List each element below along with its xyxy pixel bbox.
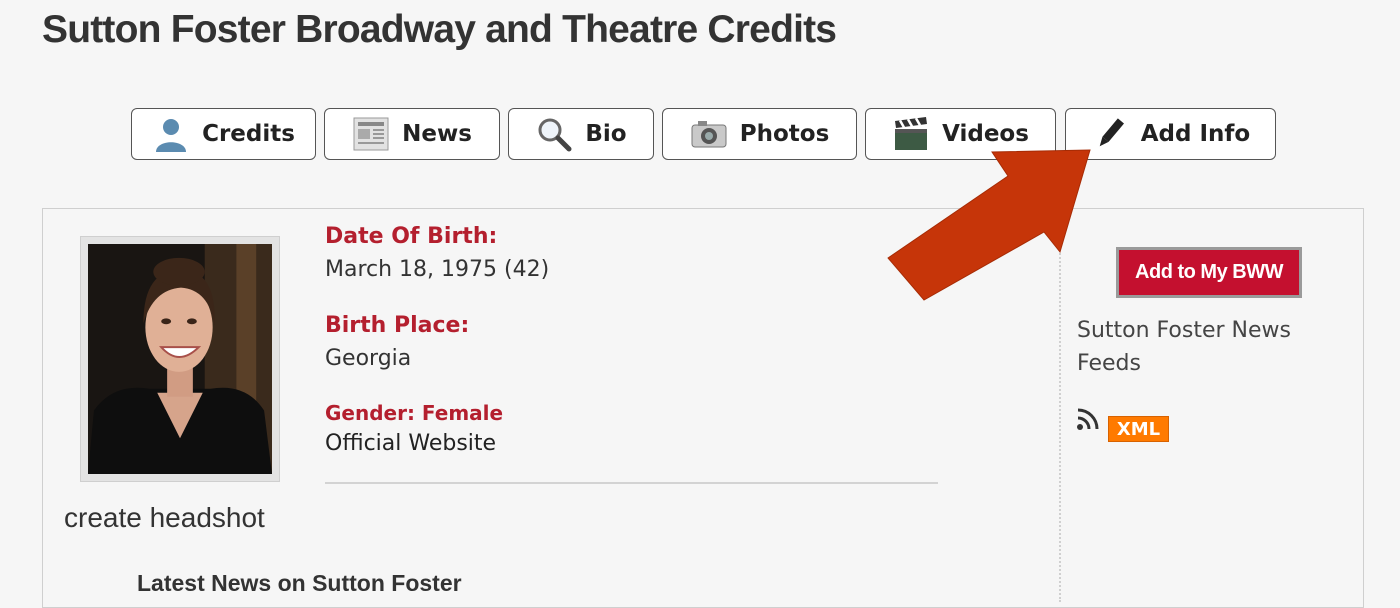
newspaper-icon <box>352 115 390 153</box>
create-headshot-link[interactable]: create headshot <box>64 502 265 534</box>
page-title: Sutton Foster Broadway and Theatre Credi… <box>42 8 837 51</box>
headshot-frame <box>80 236 280 482</box>
birthplace-value: Georgia <box>325 346 412 371</box>
latest-news-heading: Latest News on Sutton Foster <box>137 570 462 596</box>
add-to-my-bww-button[interactable]: Add to My BWW <box>1116 247 1302 298</box>
tab-news[interactable]: News <box>324 108 500 160</box>
tab-label: Videos <box>942 121 1029 147</box>
tab-add-info[interactable]: Add Info <box>1065 108 1276 160</box>
tab-bio[interactable]: Bio <box>508 108 654 160</box>
magnifier-icon <box>535 115 573 153</box>
tab-photos[interactable]: Photos <box>662 108 857 160</box>
tab-label: Credits <box>202 121 295 147</box>
tab-label: Add Info <box>1140 121 1251 147</box>
gender-label: Gender: Female <box>325 401 504 425</box>
dob-value: March 18, 1975 (42) <box>325 257 550 282</box>
tab-label: Bio <box>585 121 627 147</box>
tab-credits[interactable]: Credits <box>131 108 316 160</box>
panel-divider <box>1059 222 1061 602</box>
rss-icon[interactable] <box>1075 406 1103 432</box>
person-icon <box>152 115 190 153</box>
pencil-icon <box>1091 115 1129 153</box>
tab-videos[interactable]: Videos <box>865 108 1056 160</box>
news-feeds-text: Sutton Foster News Feeds <box>1077 318 1291 376</box>
headshot-photo <box>88 244 272 474</box>
xml-feed-badge[interactable]: XML <box>1108 416 1169 442</box>
birthplace-label: Birth Place: <box>325 313 470 338</box>
camera-icon <box>690 115 728 153</box>
tab-label: Photos <box>739 121 830 147</box>
dob-label: Date Of Birth: <box>325 224 498 249</box>
info-divider <box>325 482 938 484</box>
tab-label: News <box>402 121 472 147</box>
clapperboard-icon <box>892 115 930 153</box>
official-website-link[interactable]: Official Website <box>325 431 496 456</box>
